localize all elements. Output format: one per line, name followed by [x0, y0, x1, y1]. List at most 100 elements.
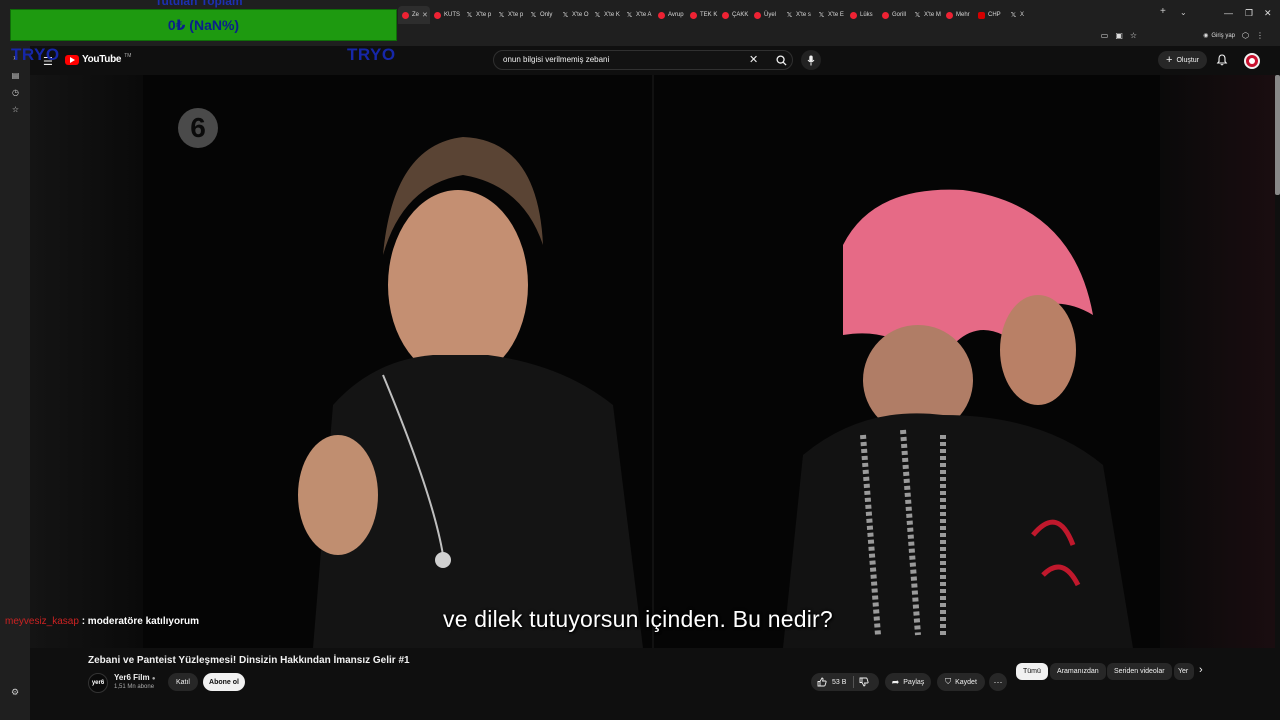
browser-tab[interactable]: 𝕏 X'te M — [910, 6, 942, 24]
video-title: Zebani ve Panteist Yüzleşmesi! Dinsizin … — [88, 655, 410, 666]
history-icon[interactable]: ◷ — [11, 88, 20, 97]
like-divider — [853, 676, 855, 688]
tryo-overlay-right: TRYO — [347, 45, 396, 64]
account-avatar[interactable] — [1244, 53, 1260, 69]
bookmark-star-icon[interactable]: ☆ — [1130, 31, 1137, 40]
channel-name[interactable]: Yer6 Film ● — [114, 673, 155, 682]
tab-label: Ze — [412, 12, 420, 18]
tab-label: X'te E — [828, 12, 844, 18]
youtube-wordmark: YouTube — [82, 54, 122, 65]
subscribe-button[interactable]: Abone ol — [203, 673, 245, 691]
join-button[interactable]: Katıl — [168, 673, 198, 691]
video-ambient-right — [1160, 75, 1275, 648]
filter-chip[interactable]: Seriden videolar — [1107, 663, 1172, 680]
tab-label: X'te O — [572, 12, 589, 18]
toolbar-icons: ▭ ▣ ☆ ◉ Giriş yap ⬡ ⋮ — [1101, 31, 1264, 40]
minimize-button[interactable]: — — [1224, 8, 1233, 18]
browser-tab[interactable]: Ze ✕ — [398, 6, 430, 24]
share-icon: ➦ — [891, 676, 900, 687]
video-player[interactable]: 6 — [30, 75, 1275, 648]
youtube-icon — [690, 11, 697, 19]
chevron-right-icon[interactable]: › — [1199, 664, 1203, 676]
like-count[interactable]: 53 B — [832, 679, 846, 686]
thumbs-down-icon[interactable] — [859, 677, 869, 687]
browser-tab[interactable]: Avrup — [654, 6, 686, 24]
browser-tab[interactable]: Gorill — [878, 6, 910, 24]
filter-chip[interactable]: Aramanızdan — [1050, 663, 1106, 680]
search-button[interactable] — [769, 51, 794, 69]
notifications-bell-icon[interactable] — [1216, 54, 1228, 66]
tab-label: X'te A — [636, 12, 652, 18]
browser-tab[interactable]: 𝕏 X'te p — [494, 6, 526, 24]
browser-tab[interactable]: 𝕏 X'te O — [558, 6, 590, 24]
browser-tab[interactable]: Üyel — [750, 6, 782, 24]
close-tab-icon[interactable]: ✕ — [422, 11, 428, 19]
settings-gear-icon[interactable]: ⚙ — [11, 687, 21, 697]
search-box[interactable]: onun bilgisi verilmemiş zebani ✕ — [493, 50, 793, 70]
tab-search-icon[interactable]: ⌄ — [1180, 8, 1187, 17]
pendant — [435, 552, 451, 568]
maximize-button[interactable]: ❐ — [1245, 8, 1253, 19]
extensions-icon[interactable]: ⬡ — [1242, 31, 1249, 40]
tab-list: Ze ✕ KUTS 𝕏 X'te p 𝕏 X'te p 𝕏 Only 𝕏 X'te O 𝕏 X'te K… — [398, 6, 1038, 24]
x-icon: 𝕏 — [818, 11, 825, 19]
login-button[interactable]: ◉ Giriş yap — [1203, 32, 1235, 40]
filter-chip[interactable]: Tümü — [1016, 663, 1048, 680]
clear-search-icon[interactable]: ✕ — [749, 53, 758, 66]
save-button[interactable]: ⛉ Kaydet — [937, 673, 985, 691]
right-person-hand — [1000, 295, 1076, 405]
screen-share-icon[interactable]: ▭ — [1101, 31, 1109, 40]
search-input[interactable]: onun bilgisi verilmemiş zebani — [503, 55, 609, 64]
browser-tab[interactable]: 𝕏 X'te A — [622, 6, 654, 24]
sidebar-icon[interactable]: ▣ — [1115, 31, 1123, 40]
reading-list-icon[interactable]: ▤ — [11, 71, 20, 80]
browser-tab[interactable]: CHP — [974, 6, 1006, 24]
browser-tab[interactable]: 𝕏 X'te p — [462, 6, 494, 24]
voice-search-button[interactable] — [801, 50, 821, 70]
x-icon: 𝕏 — [530, 11, 537, 19]
browser-tab[interactable]: TEK K — [686, 6, 718, 24]
thumbs-up-icon[interactable] — [817, 677, 827, 687]
menu-icon[interactable]: ⋮ — [1256, 31, 1264, 40]
tab-label: Lüks — [860, 12, 873, 18]
browser-tab[interactable]: KUTS — [430, 6, 462, 24]
new-tab-button[interactable]: + — [1160, 6, 1166, 17]
more-actions-button[interactable]: ··· — [989, 673, 1007, 691]
browser-tab[interactable]: ÇAKK — [718, 6, 750, 24]
create-button[interactable]: + Oluştur — [1158, 51, 1207, 69]
chp-icon — [978, 11, 985, 19]
channel-name-text: Yer6 Film — [114, 673, 150, 682]
tab-label: ÇAKK — [732, 12, 749, 18]
tab-label: X'te K — [604, 12, 620, 18]
x-icon: 𝕏 — [626, 11, 633, 19]
tab-label: X'te p — [508, 12, 524, 18]
tryo-overlay-left: TRYO — [11, 45, 60, 64]
browser-tab[interactable]: 𝕏X — [1006, 6, 1038, 24]
filter-chip[interactable]: Yer — [1174, 663, 1194, 680]
overlay-value: 0₺ (NaN%) — [167, 16, 240, 33]
bookmark-icon: ⛉ — [945, 677, 952, 686]
x-icon: 𝕏 — [466, 11, 473, 19]
overlay-top-text: Tutulan Toplam — [155, 0, 243, 8]
browser-tab[interactable]: 𝕏 X'te K — [590, 6, 622, 24]
browser-tab[interactable]: Lüks — [846, 6, 878, 24]
tab-label: X'te s — [796, 12, 811, 18]
screen: Ze ✕ KUTS 𝕏 X'te p 𝕏 X'te p 𝕏 Only 𝕏 X'te O 𝕏 X'te K… — [0, 0, 1280, 720]
browser-tab[interactable]: 𝕏 X'te s — [782, 6, 814, 24]
browser-tab[interactable]: Mehr — [942, 6, 974, 24]
share-button[interactable]: ➦ Paylaş — [885, 673, 931, 691]
browser-tab[interactable]: 𝕏 Only — [526, 6, 558, 24]
split-screen-divider — [652, 75, 654, 648]
like-dislike-group: 53 B — [811, 673, 879, 691]
page-scrollbar[interactable] — [1275, 75, 1280, 195]
favorites-icon[interactable]: ☆ — [11, 105, 20, 114]
youtube-logo[interactable]: YouTube TM — [65, 53, 131, 65]
youtube-icon — [754, 11, 761, 19]
youtube-icon — [722, 11, 729, 19]
channel-avatar[interactable]: yer6 — [88, 673, 108, 693]
browser-tab[interactable]: 𝕏 X'te E — [814, 6, 846, 24]
tab-label: X'te M — [924, 12, 941, 18]
plus-icon: + — [1166, 54, 1173, 66]
youtube-icon — [850, 11, 857, 19]
close-window-button[interactable]: ✕ — [1264, 8, 1272, 19]
